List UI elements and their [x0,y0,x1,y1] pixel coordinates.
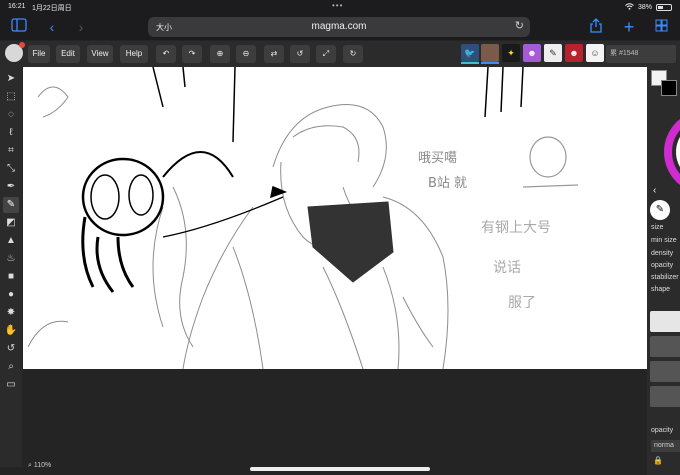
room-label[interactable]: 累 #1548 [606,45,676,63]
rotate-view-icon[interactable]: ↺ [3,341,19,357]
brush-preset-1[interactable] [650,311,680,332]
menu-file[interactable]: File [28,45,50,63]
menu-edit[interactable]: Edit [56,45,80,63]
lasso-icon[interactable]: ℓ [3,125,19,141]
user-avatar-octopus[interactable]: ☻ [523,44,541,62]
status-time: 16:21 [8,3,26,10]
undo-icon[interactable]: ↶ [156,45,176,63]
layer-opacity-label: opacity [651,427,674,434]
status-bar: 16:21 1月22日周日 ••• 38% [0,0,680,14]
ellipse-select-icon[interactable]: ◌ [3,107,19,123]
brush-preset-4[interactable] [650,386,680,407]
comment-icon[interactable]: ▭ [3,377,19,393]
label-shape: shape [651,286,671,293]
shape-ellipse-icon[interactable]: ● [3,287,19,303]
share-icon[interactable] [587,18,605,36]
magic-wand-icon[interactable]: ✸ [3,305,19,321]
shape-rect-icon[interactable]: ■ [3,269,19,285]
label-density: density [651,250,674,257]
annotation-text-2: B站 就 [428,176,468,191]
status-right: 38% [625,3,672,12]
zoom-tool-icon[interactable]: ⌕ [3,359,19,375]
transform-icon[interactable]: ⤡ [3,161,19,177]
annotation-text-1: 哦买噶 [418,151,458,166]
tool-column: ➤ ⬚ ◌ ℓ ⌗ ⤡ ✒ ✎ ◩ ▲ ♨ ■ ● ✸ ✋ ↺ ⌕ ▭ [0,67,22,467]
reload-icon[interactable]: ↻ [515,19,524,32]
home-indicator[interactable] [250,467,430,471]
user-avatar-sketch[interactable]: ✎ [544,44,562,62]
artwork-sketch [27,67,579,369]
annotation-text-3: 有钢上大号 [481,220,551,236]
app-toolbar: File Edit View Help ↶ ↷ ⊕ ⊖ ⇄ ↺ ⤢ ↻ 🐦 ✦ … [0,41,680,67]
smudge-icon[interactable]: ♨ [3,251,19,267]
magma-logo[interactable] [5,42,25,62]
zoom-in-icon[interactable]: ⊕ [210,45,230,63]
rect-select-icon[interactable]: ⬚ [3,89,19,105]
crop-icon[interactable]: ⌗ [3,143,19,159]
collapse-chevron-icon[interactable]: ‹ [653,185,656,196]
right-panel: ‹ ✎ size min size density opacity stabil… [647,67,680,475]
browser-toolbar: ‹ › 大小 magma.com ↻ + [0,14,680,40]
url-text: magma.com [311,21,367,32]
multitask-dots-icon[interactable]: ••• [332,1,343,10]
fill-bucket-icon[interactable]: ▲ [3,233,19,249]
redo-icon[interactable]: ↷ [182,45,202,63]
rotate-icon[interactable]: ↺ [290,45,310,63]
wifi-icon [625,3,634,12]
forward-icon[interactable]: › [72,18,90,36]
brush-preset-2[interactable] [650,336,680,357]
user-avatar-yellow[interactable]: ✦ [502,44,520,62]
sidebar-toggle-icon[interactable] [10,18,28,36]
zoom-indicator[interactable]: ⌕ 110% [28,462,51,470]
reset-rotation-icon[interactable]: ↻ [343,45,363,63]
address-bar[interactable]: 大小 magma.com ↻ [148,17,530,37]
battery-percent: 38% [637,4,652,11]
primary-color-swatch[interactable] [661,80,677,96]
eyedropper-icon[interactable]: ✒ [3,179,19,195]
brush-icon[interactable]: ✎ [3,197,19,213]
label-opacity: opacity [651,262,674,269]
status-date: 1月22日周日 [32,5,72,12]
flip-icon[interactable]: ⇄ [264,45,284,63]
label-size: size [651,224,664,231]
drawing-canvas[interactable]: 哦买噶 B站 就 有钢上大号 说话 服了 [23,67,647,369]
menu-help[interactable]: Help [120,45,148,63]
battery-icon [656,4,672,11]
tab-overview-icon[interactable] [652,18,670,36]
annotation-text-5: 服了 [508,295,536,311]
back-icon[interactable]: ‹ [43,18,61,36]
user-avatar-white[interactable]: ☺ [586,44,604,62]
user-avatar-red[interactable]: ☻ [565,44,583,62]
move-tool-icon[interactable]: ➤ [3,71,19,87]
blend-mode-select[interactable]: norma [651,440,680,452]
user-avatar-portrait[interactable] [481,44,499,64]
eraser-icon[interactable]: ◩ [3,215,19,231]
new-tab-icon[interactable]: + [620,18,638,36]
lock-icon[interactable]: 🔒 [653,456,663,465]
fullscreen-icon[interactable]: ⤢ [316,45,336,63]
canvas-background [23,369,647,467]
brush-preset-3[interactable] [650,361,680,382]
zoom-out-icon[interactable]: ⊖ [236,45,256,63]
user-avatar-bird[interactable]: 🐦 [461,44,479,64]
label-stabilizer: stabilizer [651,274,679,281]
label-min-size: min size [651,237,677,244]
annotation-text-4: 说话 [493,260,521,276]
hand-icon[interactable]: ✋ [3,323,19,339]
menu-view[interactable]: View [87,45,113,63]
brush-preview-icon[interactable]: ✎ [650,200,670,220]
color-wheel[interactable] [661,107,680,197]
zoom-value: 110% [33,462,52,469]
app-root: 16:21 1月22日周日 ••• 38% ‹ › 大小 magma.com ↻… [0,0,680,475]
